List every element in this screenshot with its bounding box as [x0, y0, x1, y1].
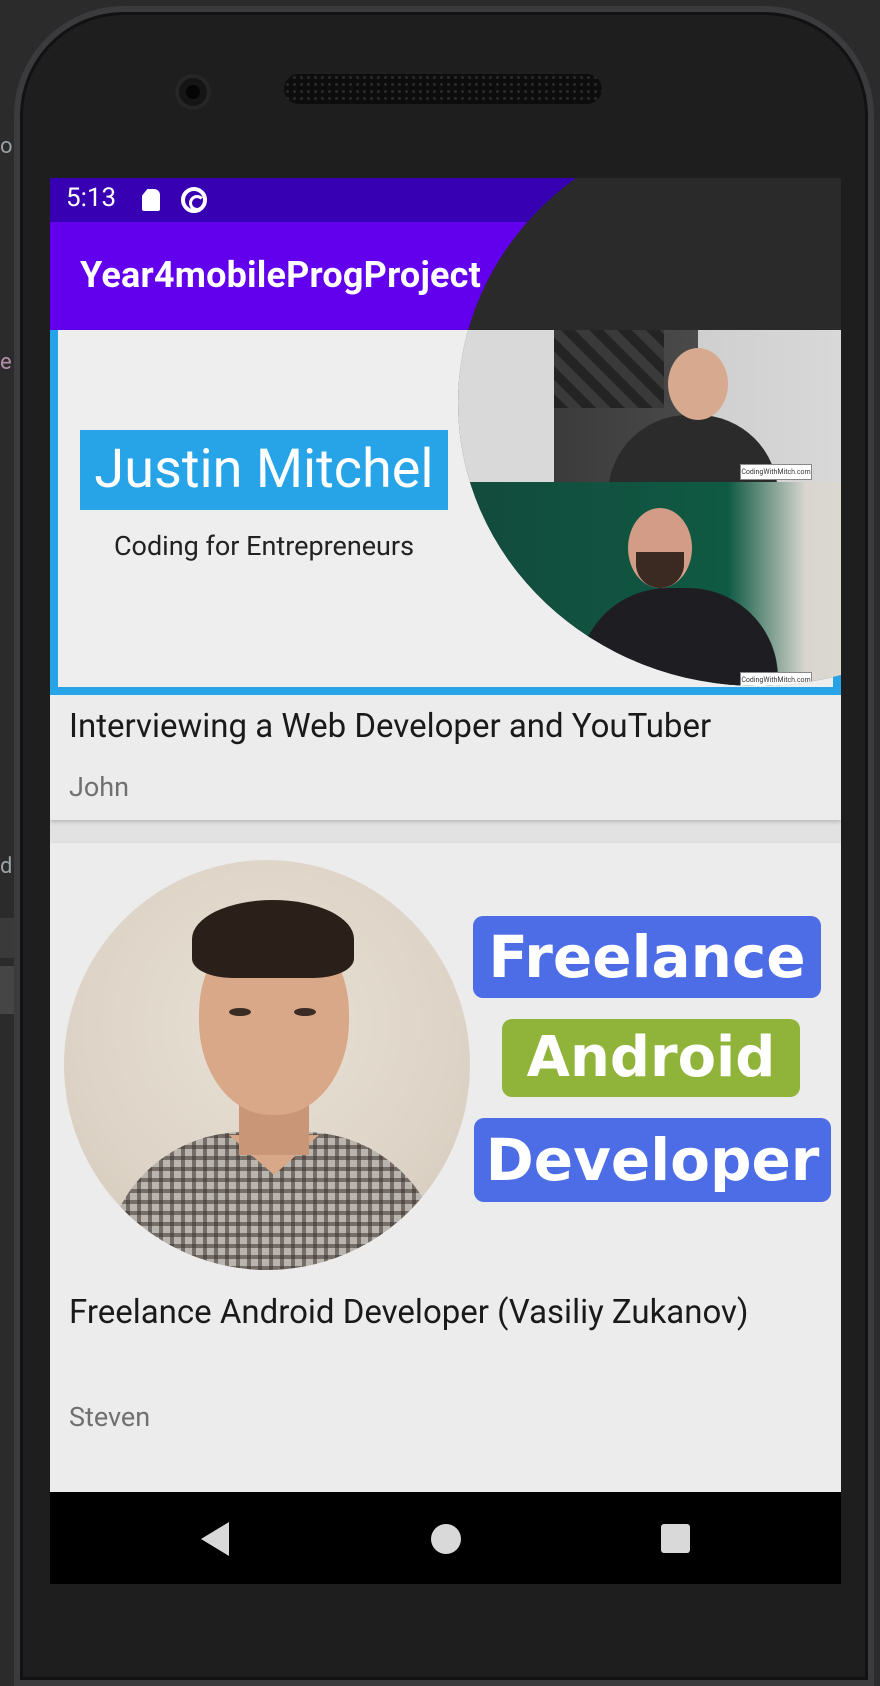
eye	[229, 1008, 251, 1016]
hair	[192, 900, 354, 978]
app-title: Year4mobileProgProject	[80, 254, 481, 296]
thumbnail-name-banner: Justin Mitchel	[80, 430, 448, 510]
thumbnail-video-frames: CodingWithMitch.com CodingWithMitch.com	[458, 178, 841, 686]
home-icon[interactable]	[431, 1524, 461, 1554]
portrait-photo	[64, 860, 470, 1270]
front-camera	[175, 74, 211, 110]
thumbnail-badge-developer: Developer	[474, 1118, 831, 1202]
video-card[interactable]: Freelance Android Developer Freelance An…	[50, 843, 841, 1493]
navigation-bar	[50, 1492, 841, 1584]
video-card[interactable]: Justin Mitchel Coding for Entrepreneurs …	[50, 178, 841, 820]
person-head	[668, 348, 728, 420]
thumbnail-badge-android: Android	[502, 1019, 800, 1097]
eye	[294, 1008, 316, 1016]
video-author: Steven	[69, 1401, 151, 1433]
video-title: Interviewing a Web Developer and YouTube…	[69, 707, 712, 746]
video-thumbnail[interactable]: Justin Mitchel Coding for Entrepreneurs …	[50, 178, 841, 695]
ide-backdrop-text: o	[0, 134, 13, 159]
thumbnail-badge-freelance: Freelance	[473, 916, 821, 998]
status-time: 5:13	[66, 183, 117, 213]
acoustic-foam	[554, 330, 664, 408]
watermark-tag: CodingWithMitch.com	[740, 672, 812, 686]
recents-icon[interactable]	[661, 1524, 690, 1553]
video-title: Freelance Android Developer (Vasiliy Zuk…	[69, 1293, 749, 1332]
video-author: John	[69, 771, 130, 803]
earpiece-speaker	[284, 74, 602, 104]
watermark-tag: CodingWithMitch.com	[740, 464, 812, 480]
video-thumbnail[interactable]: Freelance Android Developer	[50, 843, 841, 1273]
thumbnail-subtitle: Coding for Entrepreneurs	[113, 530, 415, 562]
ide-backdrop-text: d	[0, 854, 13, 879]
sync-icon	[181, 187, 207, 213]
ide-backdrop-text: e	[0, 350, 12, 375]
sd-card-icon	[142, 189, 160, 211]
back-icon[interactable]	[201, 1522, 229, 1556]
video-list[interactable]: Justin Mitchel Coding for Entrepreneurs …	[50, 178, 841, 1493]
device-screen: 5:13 Year4mobileProgProject Justin Mitch…	[50, 178, 841, 1584]
